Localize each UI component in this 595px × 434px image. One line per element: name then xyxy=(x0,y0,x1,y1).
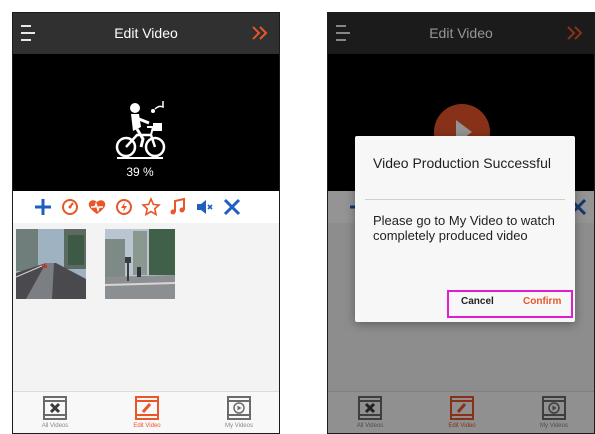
dialog-divider xyxy=(365,199,565,200)
mute-icon[interactable] xyxy=(195,197,215,217)
confirm-button[interactable]: Confirm xyxy=(523,296,561,307)
flash-icon[interactable] xyxy=(114,197,134,217)
add-icon[interactable] xyxy=(33,197,53,217)
bottom-navigation: All Videos Edit Video My Videos xyxy=(13,391,279,433)
dialog-message: Please go to My Video to watch completel… xyxy=(373,213,555,243)
clip-list xyxy=(13,223,279,393)
speed-icon[interactable] xyxy=(60,197,80,217)
progress-percent: 39 % xyxy=(126,165,154,179)
nav-all-videos[interactable]: All Videos xyxy=(25,395,85,433)
nav-my-videos[interactable]: My Videos xyxy=(209,395,269,433)
success-dialog: Video Production Successful Please go to… xyxy=(355,136,575,322)
nav-edit-video[interactable]: Edit Video xyxy=(117,395,177,433)
nav-label: All Videos xyxy=(41,423,69,429)
film-edit-icon xyxy=(135,396,159,420)
star-icon[interactable] xyxy=(141,197,161,217)
music-bike-icon xyxy=(115,101,166,159)
film-play-icon xyxy=(227,396,251,420)
double-chevron-right-icon[interactable] xyxy=(251,23,269,43)
music-note-icon[interactable] xyxy=(168,197,188,217)
heartbeat-icon[interactable] xyxy=(87,197,107,217)
nav-label: Edit Video xyxy=(133,423,161,429)
street-video-thumbnail[interactable] xyxy=(105,229,175,299)
dialog-title: Video Production Successful xyxy=(373,155,551,171)
nav-label: My Videos xyxy=(225,423,253,429)
road-video-thumbnail[interactable] xyxy=(16,229,86,299)
production-complete-screen: Edit Video All Videos Edit Video My Vide… xyxy=(327,12,595,434)
video-preview: 39 % xyxy=(13,54,279,191)
edit-toolbar xyxy=(13,191,279,223)
app-header: Edit Video xyxy=(13,13,279,54)
production-progress: 39 % xyxy=(111,99,169,179)
page-title: Edit Video xyxy=(114,25,178,41)
close-icon[interactable] xyxy=(222,197,242,217)
cancel-button[interactable]: Cancel xyxy=(461,296,494,307)
film-x-icon xyxy=(43,396,67,420)
dialog-actions: Cancel Confirm xyxy=(447,290,573,318)
edit-video-screen: Edit Video 39 % All Videos Edit Video My… xyxy=(12,12,280,434)
